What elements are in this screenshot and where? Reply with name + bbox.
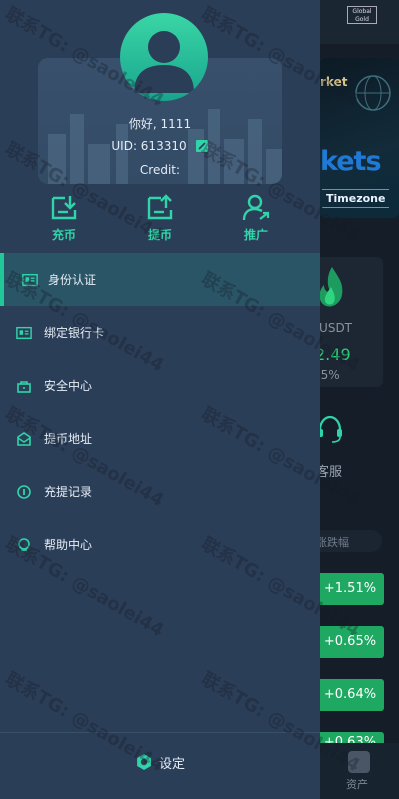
- banner-badge: Global Gold: [347, 6, 377, 24]
- assets-icon[interactable]: [348, 751, 370, 773]
- settings-label: 设定: [158, 756, 185, 772]
- ticker-pair: /USDT: [315, 321, 353, 335]
- globe-icon: [355, 75, 391, 111]
- menu-item-bank-card[interactable]: 绑定银行卡: [0, 306, 320, 359]
- change-pill[interactable]: +0.65%: [316, 626, 384, 658]
- side-drawer: 你好, 1111 UID: 613310 Credit: 充币 提币 推广 身份…: [0, 0, 320, 799]
- bank-card-icon: [16, 325, 32, 341]
- menu-item-withdraw-address[interactable]: 提币地址: [0, 412, 320, 465]
- deposit-icon: [51, 196, 77, 220]
- banner-big-text: kets: [320, 146, 382, 177]
- credit-text: Credit:: [139, 163, 181, 177]
- greeting-text: 你好, 1111: [128, 117, 192, 131]
- user-avatar-icon: [134, 31, 194, 93]
- menu-item-identity[interactable]: 身份认证: [0, 253, 320, 306]
- drawer-divider: [0, 732, 320, 733]
- withdraw-button[interactable]: 提币: [130, 194, 190, 244]
- promote-label: 推广: [243, 228, 268, 242]
- promo-banner[interactable]: rket kets Timezone: [320, 58, 399, 218]
- headset-icon: [318, 415, 342, 443]
- help-icon: [16, 537, 32, 553]
- copy-icon[interactable]: [195, 139, 209, 153]
- avatar[interactable]: [120, 13, 208, 101]
- menu-item-label: 提币地址: [44, 432, 93, 446]
- menu-item-help[interactable]: 帮助中心: [0, 518, 320, 571]
- ticker-card[interactable]: /USDT 2.49 15%: [313, 257, 383, 387]
- quick-actions: 充币 提币 推广: [0, 194, 320, 244]
- banner-top-text: rket: [320, 75, 348, 89]
- menu-item-label: 身份认证: [48, 273, 97, 287]
- lock-icon: [16, 378, 32, 394]
- change-pill[interactable]: +1.51%: [316, 573, 384, 605]
- sort-tab-label: 涨跌幅: [316, 536, 349, 549]
- deposit-button[interactable]: 充币: [34, 194, 94, 244]
- ticker-price: 2.49: [315, 345, 351, 364]
- banner-sub-text: Timezone: [322, 189, 390, 208]
- menu-item-records[interactable]: 充提记录: [0, 465, 320, 518]
- withdraw-label: 提币: [147, 228, 172, 242]
- menu-item-label: 充提记录: [44, 485, 93, 499]
- menu-item-security[interactable]: 安全中心: [0, 359, 320, 412]
- menu-item-label: 帮助中心: [44, 538, 93, 552]
- bottom-nav: 资产: [320, 743, 399, 799]
- bottom-nav-label[interactable]: 资产: [346, 776, 368, 792]
- change-pill[interactable]: +0.64%: [316, 679, 384, 711]
- uid-text: UID: 613310: [111, 139, 187, 153]
- withdraw-icon: [147, 194, 173, 220]
- address-icon: [16, 431, 32, 447]
- menu-item-label: 安全中心: [44, 379, 93, 393]
- settings-button[interactable]: 设定: [0, 744, 320, 780]
- drawer-menu: 身份认证 绑定银行卡 安全中心 提币地址 充提记录 帮助中心: [0, 253, 320, 571]
- promote-icon: [242, 194, 270, 221]
- deposit-label: 充币: [51, 228, 76, 242]
- uid-row: UID: 613310: [0, 139, 320, 153]
- flame-icon: [319, 267, 343, 307]
- menu-item-label: 绑定银行卡: [44, 326, 105, 340]
- record-icon: [16, 484, 32, 500]
- gear-icon: [137, 754, 151, 770]
- id-card-icon: [22, 272, 38, 288]
- promote-button[interactable]: 推广: [226, 194, 286, 244]
